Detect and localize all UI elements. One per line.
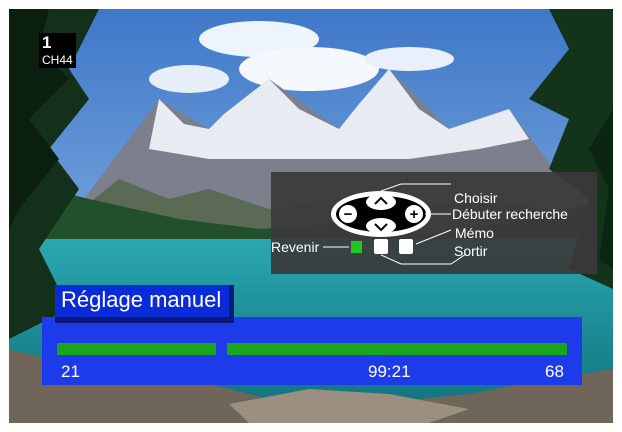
remote-control-diagram: − + (323, 183, 467, 265)
channel-label: CH44 (42, 53, 73, 67)
menu-title: Réglage manuel (55, 285, 235, 323)
exit-label: Sortir (454, 243, 488, 259)
start-search-label: Débuter recherche (452, 206, 568, 222)
minus-glyph: − (344, 206, 353, 223)
tuning-bar-left (57, 343, 216, 355)
remote-help-panel: − + Choisir Débuter recherche Mémo Sorti… (271, 172, 597, 274)
tuning-bar-right (227, 343, 567, 355)
channel-indicator: 1 CH44 (39, 33, 76, 68)
back-button-icon (351, 241, 362, 253)
tuning-current-value: 99:21 (368, 362, 411, 381)
memo-button-icon (374, 239, 388, 254)
tuning-min-value: 21 (61, 362, 80, 381)
choose-label: Choisir (454, 190, 498, 206)
plus-glyph: + (410, 206, 419, 223)
back-label: Revenir (271, 239, 320, 255)
down-arrow-icon (366, 218, 396, 234)
exit-button-icon (399, 239, 413, 254)
memo-label: Mémo (455, 225, 494, 241)
tuning-panel: 21 99:21 68 (42, 317, 582, 385)
channel-number: 1 (42, 33, 52, 52)
tuning-max-value: 68 (545, 362, 564, 381)
up-arrow-icon (366, 194, 396, 210)
